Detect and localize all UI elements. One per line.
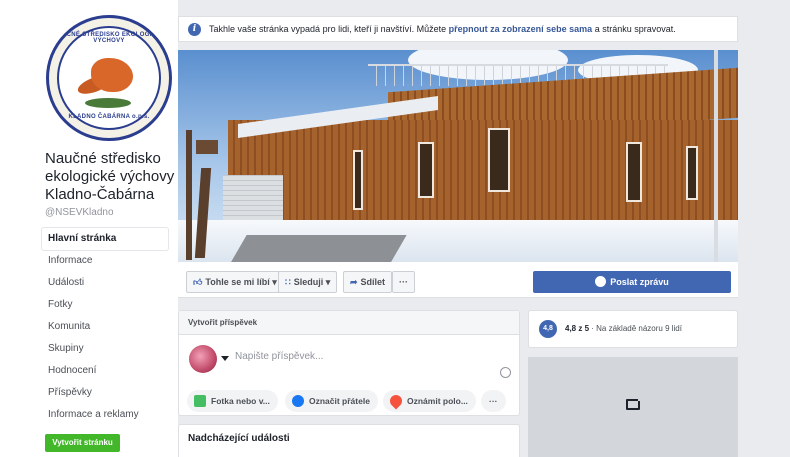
photo-video-label: Fotka nebo v... <box>211 396 270 406</box>
nav-item-posts[interactable]: Příspěvky <box>42 382 168 404</box>
nav-item-home[interactable]: Hlavní stránka <box>42 228 168 250</box>
switch-view-link[interactable]: přepnout za zobrazení sebe sama <box>449 24 593 34</box>
logo-text-top: NAUČNÉ STŘEDISKO EKOLOGICKÉ VÝCHOVY <box>52 32 166 44</box>
cover-window <box>418 142 434 198</box>
check-in-button[interactable]: Oznámit polo... <box>383 390 476 412</box>
cover-road <box>229 235 407 262</box>
cover-photo[interactable] <box>178 50 738 262</box>
chevron-down-icon: ▾ <box>272 277 277 287</box>
tag-friends-button[interactable]: Označit přátele <box>285 390 378 412</box>
nav-item-ads-info[interactable]: Informace a reklamy <box>42 404 168 426</box>
send-message-label: Poslat zprávu <box>610 277 669 287</box>
location-pin-icon <box>387 392 405 410</box>
check-in-label: Oznámit polo... <box>407 396 468 406</box>
nav-item-reviews[interactable]: Hodnocení <box>42 360 168 382</box>
like-button[interactable]: 👍︎ Tohle se mi líbí ▾ <box>186 271 284 293</box>
nav-item-events[interactable]: Události <box>42 272 168 294</box>
cover-garage <box>223 175 283 225</box>
rss-icon: ∷ <box>285 277 291 287</box>
nav-item-photos[interactable]: Fotky <box>42 294 168 316</box>
cover-window <box>488 128 510 192</box>
cover-birch <box>714 50 718 262</box>
cover-window <box>353 150 363 210</box>
tag-friends-icon <box>292 395 304 407</box>
rating-text: 4,8 z 5 · Na základě názoru 9 lidí <box>565 324 682 333</box>
nav-item-groups[interactable]: Skupiny <box>42 338 168 360</box>
share-label: Sdílet <box>360 277 386 287</box>
left-sidebar: NAUČNÉ STŘEDISKO EKOLOGICKÉ VÝCHOVY KLAD… <box>0 0 178 457</box>
send-message-button[interactable]: Poslat zprávu <box>533 271 731 293</box>
more-button[interactable]: ··· <box>392 271 415 293</box>
notice-text-after: a stránku spravovat. <box>594 24 676 34</box>
like-label: Tohle se mi líbí <box>205 277 270 287</box>
page-action-bar: 👍︎ Tohle se mi líbí ▾ ∷ Sleduji ▾ ➦ Sdílet … <box>178 262 738 298</box>
page-handle[interactable]: @NSEVKladno <box>45 207 114 218</box>
cover-tree <box>186 130 192 260</box>
chevron-down-icon: ▾ <box>325 277 331 287</box>
info-icon: i <box>188 23 201 36</box>
visitor-view-notice: i Takhle vaše stránka vypadá pro lidi, k… <box>178 16 738 42</box>
page-nav: Hlavní stránka Informace Události Fotky … <box>42 228 168 426</box>
post-input[interactable]: Napište příspěvek... <box>235 351 323 362</box>
add-photo-icon <box>626 395 644 410</box>
messenger-icon <box>595 276 607 287</box>
avatar[interactable] <box>189 345 217 373</box>
photo-video-button[interactable]: Fotka nebo v... <box>187 390 278 412</box>
follow-label: Sleduji <box>293 277 324 287</box>
rating-score: 4,8 z 5 <box>565 324 590 333</box>
nav-item-community[interactable]: Komunita <box>42 316 168 338</box>
notice-text-before: Takhle vaše stránka vypadá pro lidi, kte… <box>209 24 447 34</box>
logo-fish <box>85 98 131 108</box>
rating-badge: 4,8 <box>539 320 557 338</box>
rating-box[interactable]: 4,8 4,8 z 5 · Na základě názoru 9 lidí <box>528 310 738 348</box>
create-page-button[interactable]: Vytvořit stránku <box>45 434 120 452</box>
emoji-icon[interactable] <box>500 367 511 378</box>
cover-window <box>626 142 642 202</box>
logo-fox <box>91 58 133 92</box>
thumbs-up-icon: 👍︎ <box>193 277 203 287</box>
page-title[interactable]: Naučné středisko ekologické výchovy Klad… <box>45 150 175 204</box>
share-icon: ➦ <box>350 277 358 287</box>
upcoming-events-title: Nadcházející události <box>178 424 520 457</box>
cover-sign <box>196 140 218 154</box>
rating-count: · Na základě názoru 9 lidí <box>591 324 682 333</box>
tag-friends-label: Označit přátele <box>309 396 370 406</box>
share-button[interactable]: ➦ Sdílet <box>343 271 393 293</box>
photo-icon <box>194 395 206 407</box>
follow-button[interactable]: ∷ Sleduji ▾ <box>278 271 338 293</box>
create-post-box: Vytvořit příspěvek Napište příspěvek... … <box>178 310 520 416</box>
photo-placeholder[interactable] <box>528 357 738 457</box>
cover-window <box>686 146 698 200</box>
page-logo[interactable]: NAUČNÉ STŘEDISKO EKOLOGICKÉ VÝCHOVY KLAD… <box>46 15 172 141</box>
create-post-title: Vytvořit příspěvek <box>179 311 519 335</box>
logo-text-bottom: KLADNO ČABÁRNA o.p.s. <box>68 114 150 120</box>
more-options-button[interactable]: ··· <box>481 390 506 412</box>
nav-item-about[interactable]: Informace <box>42 250 168 272</box>
chevron-down-icon[interactable] <box>221 356 229 361</box>
